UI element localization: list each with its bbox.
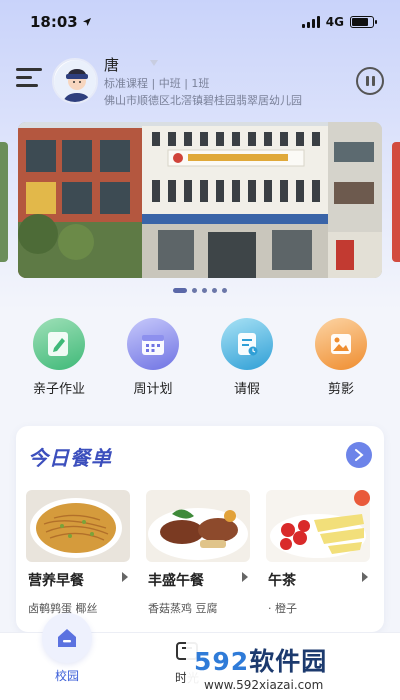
chevron-right-icon: [355, 449, 364, 461]
quick-action-photos[interactable]: 剪影: [301, 318, 381, 398]
tab-campus[interactable]: 校园: [27, 613, 107, 700]
carousel-dot-active[interactable]: [173, 288, 187, 293]
battery-icon: [350, 16, 377, 28]
status-bar: 18:03 4G: [0, 0, 400, 44]
lunch-image: [146, 490, 250, 562]
meal-name: 丰盛午餐: [148, 573, 204, 589]
banner-peek-left: [0, 142, 8, 262]
meal-afternoon-tea[interactable]: 午茶 · 橙子: [266, 490, 372, 626]
user-name: 唐: [104, 56, 120, 74]
menu-icon[interactable]: [16, 68, 42, 88]
user-class-info: 标准课程 | 中班 | 1班: [104, 77, 210, 90]
quick-action-label: 亲子作业: [32, 382, 85, 397]
carousel-dot[interactable]: [202, 288, 207, 293]
tab-label: 校园: [54, 669, 79, 683]
quick-action-leave[interactable]: 请假: [207, 318, 287, 398]
user-school: 佛山市顺德区北滘镇碧桂园翡翠居幼儿园: [104, 94, 302, 107]
photo-icon: [315, 318, 367, 370]
quick-action-weekly-plan[interactable]: 周计划: [113, 318, 193, 398]
network-type: 4G: [325, 15, 344, 29]
quick-action-label: 请假: [233, 382, 260, 397]
chevron-right-icon: [242, 572, 248, 582]
today-menu-card: 今日餐单 营养早餐 卤鹌鹑蛋 椰丝 丰盛午餐 香菇蒸鸡 豆腐 午茶 · 橙子: [16, 426, 384, 632]
meal-name: 午茶: [268, 573, 296, 589]
child-avatar-icon: [54, 60, 96, 102]
afternoon-tea-image: [266, 490, 370, 562]
status-time-group: 18:03: [30, 13, 92, 31]
location-arrow-icon: [82, 18, 91, 26]
status-time: 18:03: [30, 13, 78, 31]
watermark-url: www.592xiazai.com: [204, 678, 324, 692]
chevron-right-icon: [362, 572, 368, 582]
avatar[interactable]: [52, 58, 98, 104]
meal-desc: 卤鹌鹑蛋 椰丝: [28, 602, 98, 615]
banner-peek-right: [392, 142, 400, 262]
watermark: 592软件园 www.592xiazai.com: [186, 640, 400, 700]
watermark-logo: 592软件园: [194, 647, 328, 676]
homework-icon: [33, 318, 85, 370]
home-icon: [42, 613, 92, 663]
quick-action-label: 剪影: [327, 382, 354, 397]
quick-actions: 亲子作业 周计划 请假 剪影: [0, 318, 400, 398]
leave-form-icon: [221, 318, 273, 370]
menu-more-button[interactable]: [346, 442, 372, 468]
profile-header: 唐 标准课程 | 中班 | 1班 佛山市顺德区北滘镇碧桂园翡翠居幼儿园: [0, 54, 400, 112]
message-icon[interactable]: [356, 67, 384, 95]
quick-action-homework[interactable]: 亲子作业: [19, 318, 99, 398]
calendar-icon: [127, 318, 179, 370]
carousel-dot[interactable]: [222, 288, 227, 293]
carousel-dot[interactable]: [212, 288, 217, 293]
meal-lunch[interactable]: 丰盛午餐 香菇蒸鸡 豆腐: [146, 490, 252, 626]
banner-image[interactable]: [18, 122, 382, 278]
quick-action-label: 周计划: [133, 382, 173, 397]
meal-name: 营养早餐: [28, 573, 84, 589]
meal-breakfast[interactable]: 营养早餐 卤鹌鹑蛋 椰丝: [26, 490, 132, 626]
carousel-dots: [0, 288, 400, 293]
status-indicators: 4G: [301, 15, 377, 29]
meal-desc: · 橙子: [268, 602, 297, 615]
today-menu-title: 今日餐单: [28, 446, 112, 470]
meal-desc: 香菇蒸鸡 豆腐: [148, 602, 218, 615]
banner-carousel[interactable]: [0, 122, 400, 278]
carousel-dot[interactable]: [192, 288, 197, 293]
school-building-photo: [18, 122, 382, 278]
chevron-down-icon[interactable]: [150, 60, 158, 66]
breakfast-image: [26, 490, 130, 562]
chevron-right-icon: [122, 572, 128, 582]
signal-icon: [301, 16, 320, 28]
battery-level: [352, 18, 368, 26]
